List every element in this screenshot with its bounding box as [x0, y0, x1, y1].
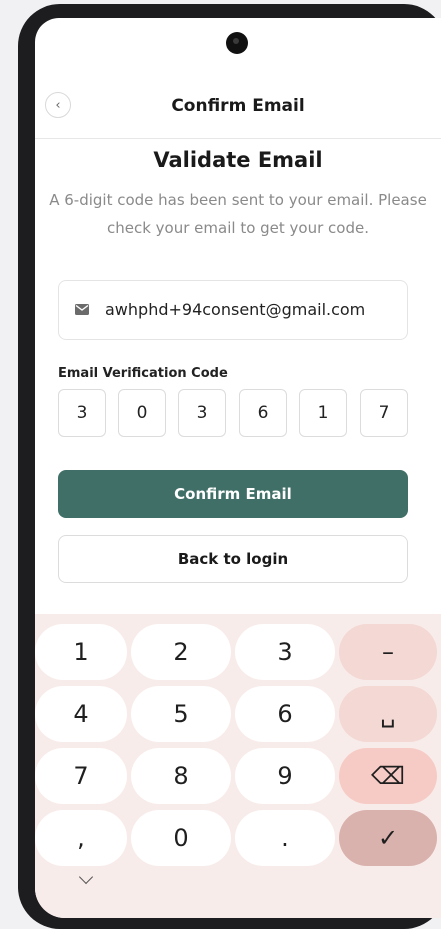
header-title: Confirm Email — [171, 96, 305, 116]
minus-icon[interactable]: – — [339, 624, 437, 680]
key-6[interactable]: 6 — [235, 686, 335, 742]
space-icon[interactable]: ␣ — [339, 686, 437, 742]
confirm-email-button[interactable]: Confirm Email — [58, 470, 408, 518]
back-to-login-button[interactable]: Back to login — [58, 535, 408, 583]
code-digit-5[interactable]: 1 — [299, 389, 347, 437]
key-period[interactable]: . — [235, 810, 335, 866]
camera-icon — [226, 32, 248, 54]
description: A 6-digit code has been sent to your ema… — [49, 191, 427, 237]
code-digit-3[interactable]: 3 — [178, 389, 226, 437]
email-value: awhphd+94consent@gmail.com — [105, 300, 366, 319]
mail-icon — [75, 304, 89, 315]
key-7[interactable]: 7 — [35, 748, 127, 804]
key-0[interactable]: 0 — [131, 810, 231, 866]
chevron-down-icon[interactable] — [78, 869, 94, 885]
page-title: Validate Email — [153, 148, 323, 172]
check-icon[interactable]: ✓ — [339, 810, 437, 866]
key-4[interactable]: 4 — [35, 686, 127, 742]
app-screen: ‹ Confirm Email Validate Email A 6-digit… — [35, 18, 441, 918]
key-9[interactable]: 9 — [235, 748, 335, 804]
key-8[interactable]: 8 — [131, 748, 231, 804]
key-comma[interactable]: , — [35, 810, 127, 866]
numeric-keyboard: 1 2 3 – 4 5 6 ␣ 7 8 9 ⌫ , 0 . ✓ — [35, 614, 441, 918]
code-digit-1[interactable]: 3 — [58, 389, 106, 437]
code-digit-2[interactable]: 0 — [118, 389, 166, 437]
header: ‹ Confirm Email — [35, 76, 441, 139]
key-3[interactable]: 3 — [235, 624, 335, 680]
email-field: awhphd+94consent@gmail.com — [58, 280, 408, 340]
key-5[interactable]: 5 — [131, 686, 231, 742]
code-label: Email Verification Code — [58, 366, 228, 381]
backspace-icon[interactable]: ⌫ — [339, 748, 437, 804]
code-digit-4[interactable]: 6 — [239, 389, 287, 437]
code-digit-6[interactable]: 7 — [360, 389, 408, 437]
key-2[interactable]: 2 — [131, 624, 231, 680]
key-1[interactable]: 1 — [35, 624, 127, 680]
